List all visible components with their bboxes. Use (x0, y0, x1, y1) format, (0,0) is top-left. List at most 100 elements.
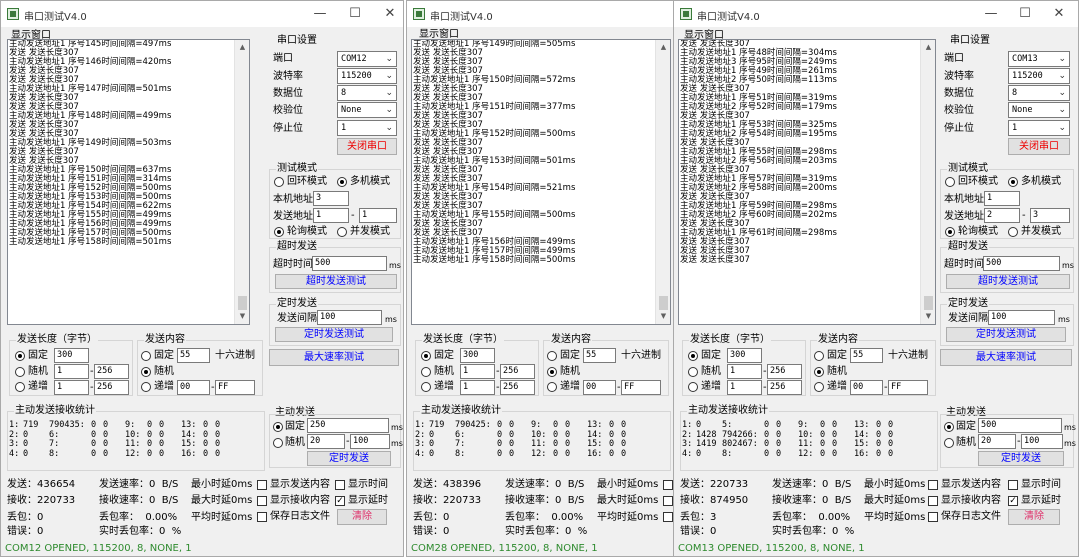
active-fixed-radio[interactable] (273, 422, 283, 432)
concurrent-mode-radio[interactable] (1008, 227, 1018, 237)
active-random-from-input[interactable]: 20 (307, 434, 345, 449)
scroll-thumb[interactable] (659, 296, 668, 310)
length-increment-to-input[interactable]: 256 (767, 380, 802, 395)
content-increment-to-input[interactable]: FF (621, 380, 661, 395)
length-fixed-radio[interactable] (688, 351, 698, 361)
port-select[interactable]: COM13 ⌄ (1008, 51, 1070, 67)
close-port-button[interactable]: 关闭串口 (337, 138, 397, 155)
local-addr-input[interactable]: 1 (984, 191, 1020, 206)
send-interval-input[interactable]: 100 (988, 310, 1055, 325)
content-increment-from-input[interactable]: 00 (177, 380, 210, 395)
clear-button[interactable]: 清除 (337, 509, 387, 525)
timed-send-test-button[interactable]: 定时发送测试 (275, 327, 393, 342)
content-increment-from-input[interactable]: 00 (850, 380, 883, 395)
timeout-send-test-button[interactable]: 超时发送测试 (946, 274, 1070, 289)
port-select[interactable]: COM12 ⌄ (337, 51, 397, 67)
loopback-mode-radio[interactable] (274, 177, 284, 187)
length-increment-from-input[interactable]: 1 (460, 380, 495, 395)
length-increment-radio[interactable] (421, 382, 431, 392)
minimize-icon[interactable]: — (976, 4, 1006, 24)
scroll-up-icon[interactable]: ▲ (921, 40, 935, 55)
active-random-to-input[interactable]: 100 (1021, 434, 1063, 449)
length-random-radio[interactable] (688, 367, 698, 377)
send-addr-to-input[interactable]: 3 (1030, 208, 1070, 223)
content-fixed-input[interactable]: 55 (177, 348, 210, 363)
scroll-down-icon[interactable]: ▼ (235, 309, 249, 324)
timed-send-test-button[interactable]: 定时发送测试 (946, 327, 1066, 342)
length-fixed-radio[interactable] (15, 351, 25, 361)
content-increment-radio[interactable] (547, 382, 557, 392)
length-random-from-input[interactable]: 1 (727, 364, 762, 379)
length-random-to-input[interactable]: 256 (767, 364, 802, 379)
show-time-checkbox[interactable] (1008, 480, 1018, 490)
multi-mode-radio[interactable] (1008, 177, 1018, 187)
content-increment-from-input[interactable]: 00 (583, 380, 616, 395)
content-random-radio[interactable] (141, 367, 151, 377)
length-fixed-input[interactable]: 300 (460, 348, 495, 363)
max-rate-test-button[interactable]: 最大速率测试 (940, 349, 1072, 366)
concurrent-mode-radio[interactable] (337, 227, 347, 237)
scroll-thumb[interactable] (238, 296, 247, 310)
length-fixed-input[interactable]: 300 (54, 348, 89, 363)
length-increment-from-input[interactable]: 1 (727, 380, 762, 395)
content-increment-radio[interactable] (141, 382, 151, 392)
length-fixed-radio[interactable] (421, 351, 431, 361)
content-fixed-input[interactable]: 55 (850, 348, 883, 363)
log-scrollbar[interactable]: ▲ ▼ (655, 40, 670, 324)
active-random-to-input[interactable]: 100 (350, 434, 390, 449)
active-random-radio[interactable] (944, 438, 954, 448)
send-addr-from-input[interactable]: 2 (984, 208, 1020, 223)
scroll-down-icon[interactable]: ▼ (921, 309, 935, 324)
content-fixed-radio[interactable] (814, 351, 824, 361)
multi-mode-radio[interactable] (337, 177, 347, 187)
clear-button[interactable]: 清除 (1008, 509, 1060, 525)
content-random-radio[interactable] (814, 367, 824, 377)
timed-send-button[interactable]: 定时发送 (978, 451, 1064, 466)
content-random-radio[interactable] (547, 367, 557, 377)
active-fixed-input[interactable]: 500 (978, 418, 1062, 433)
log-display[interactable]: 主动发送地址1 序号145时间间隔=497ms 发送 发送长度307 主动发送地址1… (7, 39, 250, 325)
send-addr-to-input[interactable]: 1 (359, 208, 397, 223)
parity-select[interactable]: None ⌄ (337, 102, 397, 118)
length-random-from-input[interactable]: 1 (460, 364, 495, 379)
active-fixed-input[interactable]: 250 (307, 418, 389, 433)
data-bits-select[interactable]: 8 ⌄ (337, 85, 397, 101)
content-fixed-radio[interactable] (141, 351, 151, 361)
max-rate-test-button[interactable]: 最大速率测试 (269, 349, 399, 366)
length-random-from-input[interactable]: 1 (54, 364, 89, 379)
length-random-to-input[interactable]: 256 (500, 364, 535, 379)
close-port-button[interactable]: 关闭串口 (1008, 138, 1070, 155)
log-display[interactable]: 发送 发送长度307 主动发送地址1 序号48时间间隔=304ms 主动发送地址3 … (678, 39, 936, 325)
show-time-checkbox[interactable] (335, 480, 345, 490)
active-random-from-input[interactable]: 20 (978, 434, 1016, 449)
stop-bits-select[interactable]: 1 ⌄ (1008, 120, 1070, 136)
timeout-send-test-button[interactable]: 超时发送测试 (275, 274, 397, 289)
close-icon[interactable]: ✕ (1044, 4, 1074, 24)
scroll-up-icon[interactable]: ▲ (235, 40, 249, 55)
loopback-mode-radio[interactable] (945, 177, 955, 187)
show-recv-checkbox[interactable] (928, 496, 938, 506)
length-increment-radio[interactable] (15, 382, 25, 392)
local-addr-input[interactable]: 3 (313, 191, 349, 206)
length-random-to-input[interactable]: 256 (94, 364, 129, 379)
send-interval-input[interactable]: 100 (317, 310, 382, 325)
log-display[interactable]: 主动发送地址1 序号149时间间隔=505ms 发送 发送长度307 发送 发送长度… (411, 39, 671, 325)
data-bits-select[interactable]: 8 ⌄ (1008, 85, 1070, 101)
show-send-checkbox[interactable] (663, 480, 673, 490)
length-increment-to-input[interactable]: 256 (94, 380, 129, 395)
active-fixed-radio[interactable] (944, 422, 954, 432)
length-increment-to-input[interactable]: 256 (500, 380, 535, 395)
content-increment-radio[interactable] (814, 382, 824, 392)
length-increment-radio[interactable] (688, 382, 698, 392)
scroll-thumb[interactable] (924, 296, 933, 310)
poll-mode-radio[interactable] (945, 227, 955, 237)
show-send-checkbox[interactable] (257, 480, 267, 490)
poll-mode-radio[interactable] (274, 227, 284, 237)
length-fixed-input[interactable]: 300 (727, 348, 762, 363)
maximize-icon[interactable]: ☐ (340, 4, 370, 24)
minimize-icon[interactable]: — (305, 4, 335, 24)
show-recv-checkbox[interactable] (663, 496, 673, 506)
save-log-checkbox[interactable] (257, 512, 267, 522)
content-fixed-input[interactable]: 55 (583, 348, 616, 363)
log-scrollbar[interactable]: ▲ ▼ (920, 40, 935, 324)
